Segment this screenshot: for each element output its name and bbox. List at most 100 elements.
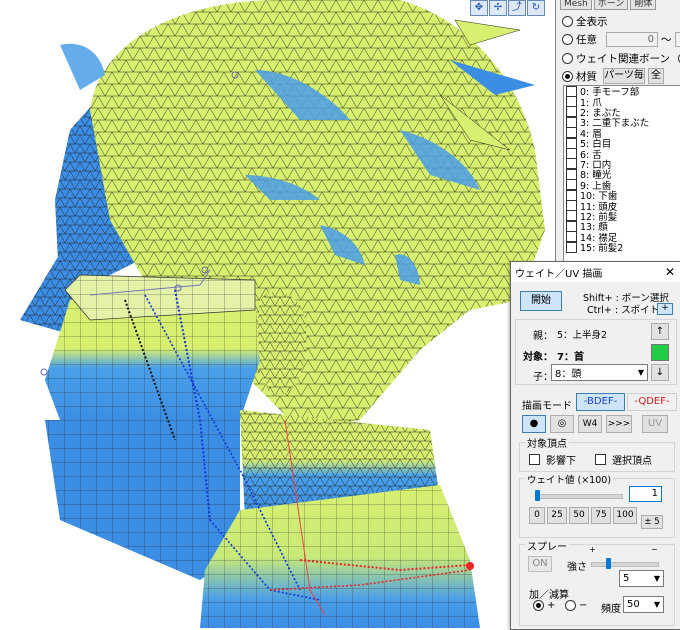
draw-mode-label: 描画モード <box>522 397 572 412</box>
material-list[interactable]: 0: 手モーフ部1: 爪2: まぶた3: 二重下まぶた4: 眉5: 白目6: 舌… <box>563 85 680 263</box>
affected-label: 影響下 <box>546 452 576 467</box>
spray-on-button[interactable]: ON <box>528 556 552 572</box>
plus-minus-5-button[interactable]: ± 5 <box>641 515 663 529</box>
material-checkbox[interactable] <box>566 210 577 221</box>
parent-value: 5：上半身2 <box>557 327 607 341</box>
radio-material[interactable]: 材質 パーツ毎 全 <box>562 68 664 84</box>
material-checkbox[interactable] <box>566 169 577 180</box>
preset-75-button[interactable]: 75 <box>591 507 611 524</box>
material-checkbox[interactable] <box>566 200 577 211</box>
frequency-value: 50 <box>627 599 640 610</box>
brush-gradient-button[interactable]: >>> <box>606 415 632 433</box>
arbitrary-from-input[interactable]: 0 <box>606 32 658 47</box>
weight-slider-track[interactable] <box>535 494 623 499</box>
radio-add-label: + <box>547 600 555 611</box>
strength-select[interactable]: 5 ▼ <box>619 570 664 587</box>
preset-100-button[interactable]: 100 <box>613 507 637 524</box>
start-button[interactable]: 開始 <box>520 291 562 311</box>
brush-w4-button[interactable]: W4 <box>578 415 602 433</box>
weight-value-label: ウェイト値 (×100) <box>525 472 613 486</box>
tab-bone[interactable]: ボーン <box>594 0 629 10</box>
move-view-icon[interactable]: ✥ <box>470 0 488 16</box>
down-arrow-button[interactable]: ↓ <box>651 364 669 381</box>
uv-button[interactable]: UV <box>642 415 668 433</box>
close-icon[interactable]: ✕ <box>659 265 680 279</box>
bdef-button[interactable]: -BDEF- <box>576 393 625 411</box>
child-bone-select[interactable]: 8：頭 ▼ <box>551 364 648 381</box>
radio-circle-selected[interactable] <box>562 71 573 82</box>
target-value: 7：首 <box>557 348 584 363</box>
tab-rigidbody[interactable]: 剛体 <box>630 0 656 10</box>
view-nav-icons: ✥ ✢ ⤴ ↻ <box>470 0 545 16</box>
up-arrow-button[interactable]: ↑ <box>651 323 669 340</box>
material-checkbox[interactable] <box>566 117 577 128</box>
radio-arbitrary[interactable]: 任意 0 〜 <box>562 32 680 47</box>
material-checkbox[interactable] <box>566 96 577 107</box>
radio-circle[interactable] <box>562 34 573 45</box>
selected-vertex-checkbox[interactable]: 選択頂点 <box>593 452 652 467</box>
per-part-button[interactable]: パーツ毎 <box>603 68 645 84</box>
preset-25-button[interactable]: 25 <box>547 507 567 524</box>
material-checkbox[interactable] <box>566 242 577 253</box>
radio-subtract[interactable]: − <box>565 600 587 611</box>
brush-ring-button[interactable]: ◎ <box>550 415 574 433</box>
weight-uv-dialog: ウェイト／UV 描画 ✕ 開始 Shift+ : ボーン選択 Ctrl+ : ス… <box>510 261 680 630</box>
strength-slider-thumb[interactable] <box>606 558 611 569</box>
all-button[interactable]: 全 <box>648 68 664 84</box>
preset-0-button[interactable]: 0 <box>529 507 545 524</box>
frequency-select[interactable]: 50 ▼ <box>623 596 664 613</box>
radio-add[interactable]: + <box>533 600 555 611</box>
radio-circle-selected[interactable] <box>533 600 544 611</box>
pan-view-icon[interactable]: ✢ <box>489 0 507 16</box>
radio-subtract-label: − <box>579 600 587 611</box>
material-checkbox[interactable] <box>566 106 577 117</box>
material-checkbox[interactable] <box>566 179 577 190</box>
tab-mesh[interactable]: Mesh <box>560 0 592 10</box>
target-vertex-label: 対象頂点 <box>525 435 569 450</box>
weight-value-input[interactable]: 1 <box>629 486 662 502</box>
material-checkbox[interactable] <box>566 148 577 159</box>
checkbox-box[interactable] <box>529 454 540 465</box>
arbitrary-to-input[interactable] <box>675 32 680 47</box>
affected-checkbox[interactable]: 影響下 <box>527 452 576 467</box>
radio-circle[interactable] <box>562 53 573 64</box>
checkbox-box[interactable] <box>595 454 606 465</box>
rotate-view-icon[interactable]: ⤴ <box>508 0 526 16</box>
radio-circle[interactable] <box>562 16 573 27</box>
radio-show-all[interactable]: 全表示 <box>562 14 608 29</box>
brush-solid-button[interactable]: ● <box>522 415 546 433</box>
selected-vertex-label: 選択頂点 <box>612 452 652 467</box>
weight-slider-thumb[interactable] <box>535 490 540 501</box>
reset-view-icon[interactable]: ↻ <box>527 0 545 16</box>
material-checkbox[interactable] <box>566 158 577 169</box>
target-label: 対象： <box>523 348 553 363</box>
qdef-button[interactable]: -QDEF- <box>627 393 677 411</box>
child-label: 子： <box>533 368 553 383</box>
radio-circle[interactable] <box>565 600 576 611</box>
target-color-swatch <box>651 344 669 361</box>
material-label: 15: 前髪2 <box>580 240 623 254</box>
material-checkbox[interactable] <box>566 231 577 242</box>
radio-material-label: 材質 <box>576 69 597 84</box>
material-checkbox[interactable] <box>566 190 577 201</box>
chevron-down-icon: ▼ <box>635 368 647 377</box>
material-list-item[interactable]: 15: 前髪2 <box>564 242 680 252</box>
panel-tabs: Mesh ボーン 剛体 <box>560 0 656 10</box>
parent-label: 親： <box>533 327 553 342</box>
material-checkbox[interactable] <box>566 221 577 232</box>
chevron-down-icon: ▼ <box>651 600 663 609</box>
3d-viewport[interactable]: ✥ ✢ ⤴ ↻ <box>0 0 555 628</box>
strength-label: 強さ <box>567 558 587 573</box>
material-checkbox[interactable] <box>566 127 577 138</box>
dialog-titlebar[interactable]: ウェイト／UV 描画 ✕ <box>511 262 680 282</box>
tilde-label: 〜 <box>661 32 672 47</box>
strength-slider-track[interactable] <box>591 562 659 567</box>
radio-weight-bone[interactable]: ウェイト関連ボーン 頂 <box>562 51 680 66</box>
ctrl-hint: Ctrl+ : スポイト <box>587 302 659 316</box>
expand-plus-button[interactable]: + <box>657 303 673 315</box>
material-checkbox[interactable] <box>566 138 577 149</box>
radio-weight-bone-label: ウェイト関連ボーン <box>576 51 670 66</box>
chevron-down-icon: ▼ <box>651 574 663 583</box>
material-checkbox[interactable] <box>566 86 577 97</box>
preset-50-button[interactable]: 50 <box>569 507 589 524</box>
